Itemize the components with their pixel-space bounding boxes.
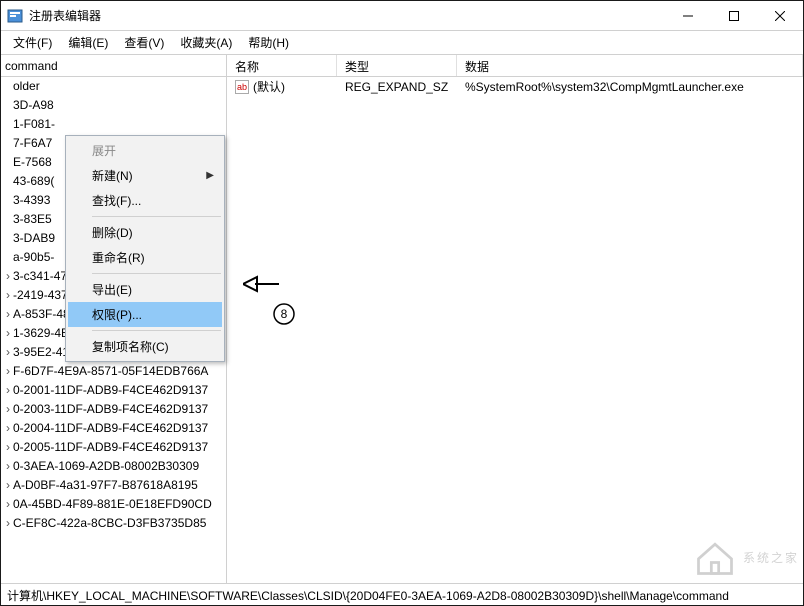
- tree-row-label: 0-2005-11DF-ADB9-F4CE462D9137: [13, 440, 208, 454]
- list-body[interactable]: ab (默认) REG_EXPAND_SZ%SystemRoot%\system32…: [227, 77, 803, 583]
- tree-row[interactable]: 1-F081-: [1, 115, 226, 134]
- tree-row-label: 3-DAB9: [13, 231, 55, 245]
- annotation-step-number: 8: [281, 307, 288, 321]
- menu-edit[interactable]: 编辑(E): [60, 31, 116, 54]
- statusbar: 计算机\HKEY_LOCAL_MACHINE\SOFTWARE\Classes\…: [1, 583, 803, 605]
- chevron-right-icon[interactable]: ›: [3, 495, 13, 514]
- context-menu-item[interactable]: 复制项名称(C): [68, 334, 222, 359]
- tree-row-label: 3-83E5: [13, 212, 52, 226]
- tree-row-label: F-6D7F-4E9A-8571-05F14EDB766A: [13, 364, 208, 378]
- tree-row-label: 0-2003-11DF-ADB9-F4CE462D9137: [13, 402, 208, 416]
- maximize-button[interactable]: [711, 1, 757, 30]
- chevron-right-icon[interactable]: ›: [3, 286, 13, 305]
- tree-row-label: 43-689(: [13, 174, 54, 188]
- tree-row-label: C-EF8C-422a-8CBC-D3FB3735D85: [13, 516, 206, 530]
- value-row[interactable]: ab (默认) REG_EXPAND_SZ%SystemRoot%\system32…: [227, 77, 803, 96]
- menu-help[interactable]: 帮助(H): [240, 31, 297, 54]
- column-data[interactable]: 数据: [457, 55, 803, 76]
- context-menu-separator: [92, 330, 221, 331]
- minimize-button[interactable]: [665, 1, 711, 30]
- context-menu-item-label: 权限(P)...: [92, 306, 142, 323]
- tree-row-label: A-D0BF-4a31-97F7-B87618A8195: [13, 478, 198, 492]
- context-menu-item-label: 查找(F)...: [92, 192, 141, 209]
- list-pane: 名称 类型 数据 ab (默认) REG_EXPAND_SZ%SystemRoot%…: [227, 55, 803, 583]
- context-menu-separator: [92, 273, 221, 274]
- tree-row[interactable]: ›0A-45BD-4F89-881E-0E18EFD90CD: [1, 495, 226, 514]
- context-menu-item-label: 新建(N): [92, 167, 133, 184]
- annotation-arrow-icon: [243, 273, 281, 298]
- context-menu-item[interactable]: 导出(E): [68, 277, 222, 302]
- tree-row-label: a-90b5-: [13, 250, 54, 264]
- tree-row-label: older: [13, 79, 40, 93]
- value-name: (默认): [253, 78, 285, 95]
- tree-row-label: 0A-45BD-4F89-881E-0E18EFD90CD: [13, 497, 212, 511]
- chevron-right-icon[interactable]: ›: [3, 419, 13, 438]
- tree-row[interactable]: ›A-D0BF-4a31-97F7-B87618A8195: [1, 476, 226, 495]
- tree-row[interactable]: ›F-6D7F-4E9A-8571-05F14EDB766A: [1, 362, 226, 381]
- tree-row[interactable]: 3D-A98: [1, 96, 226, 115]
- tree-row[interactable]: ›0-2003-11DF-ADB9-F4CE462D9137: [1, 400, 226, 419]
- statusbar-path: 计算机\HKEY_LOCAL_MACHINE\SOFTWARE\Classes\…: [7, 589, 729, 603]
- chevron-right-icon[interactable]: ›: [3, 476, 13, 495]
- tree-row[interactable]: older: [1, 77, 226, 96]
- tree-row-label: 0-2004-11DF-ADB9-F4CE462D9137: [13, 421, 208, 435]
- annotation-step-circle: 8: [273, 303, 295, 328]
- context-menu-item-label: 导出(E): [92, 281, 132, 298]
- tree-row[interactable]: ›C-EF8C-422a-8CBC-D3FB3735D85: [1, 514, 226, 533]
- value-data: %SystemRoot%\system32\CompMgmtLauncher.e…: [457, 80, 803, 94]
- titlebar: 注册表编辑器: [1, 1, 803, 31]
- chevron-right-icon[interactable]: ›: [3, 438, 13, 457]
- window-buttons: [665, 1, 803, 30]
- tree-row[interactable]: ›0-3AEA-1069-A2DB-08002B30309: [1, 457, 226, 476]
- context-menu-item-label: 重命名(R): [92, 249, 145, 266]
- chevron-right-icon[interactable]: ›: [3, 305, 13, 324]
- tree-row[interactable]: ›0-2001-11DF-ADB9-F4CE462D9137: [1, 381, 226, 400]
- chevron-right-icon[interactable]: ›: [3, 324, 13, 343]
- context-menu-item[interactable]: 重命名(R): [68, 245, 222, 270]
- chevron-right-icon[interactable]: ›: [3, 343, 13, 362]
- context-menu-item[interactable]: 查找(F)...: [68, 188, 222, 213]
- tree-selected-key-label: command: [5, 59, 58, 73]
- submenu-arrow-icon: ▶: [206, 170, 214, 181]
- context-menu-separator: [92, 216, 221, 217]
- chevron-right-icon[interactable]: ›: [3, 362, 13, 381]
- menu-view[interactable]: 查看(V): [116, 31, 172, 54]
- column-type[interactable]: 类型: [337, 55, 457, 76]
- context-menu-item[interactable]: 权限(P)...: [68, 302, 222, 327]
- app-icon: [7, 8, 23, 24]
- tree-row-label: 1-F081-: [13, 117, 55, 131]
- chevron-right-icon[interactable]: ›: [3, 267, 13, 286]
- context-menu-item-label: 复制项名称(C): [92, 338, 169, 355]
- tree-row-label: 3-4393: [13, 193, 50, 207]
- regedit-window: 注册表编辑器 文件(F) 编辑(E) 查看(V) 收藏夹(A) 帮助(H) co…: [0, 0, 804, 606]
- chevron-right-icon[interactable]: ›: [3, 457, 13, 476]
- column-name[interactable]: 名称: [227, 55, 337, 76]
- close-button[interactable]: [757, 1, 803, 30]
- menubar: 文件(F) 编辑(E) 查看(V) 收藏夹(A) 帮助(H): [1, 31, 803, 55]
- tree-row-label: 0-3AEA-1069-A2DB-08002B30309: [13, 459, 199, 473]
- main-area: command older 3D-A98 1-F081- 7-F6A7 E-7568 43…: [1, 55, 803, 583]
- context-menu-item[interactable]: 删除(D): [68, 220, 222, 245]
- chevron-right-icon[interactable]: ›: [3, 381, 13, 400]
- context-menu-item[interactable]: 新建(N) ▶: [68, 163, 222, 188]
- chevron-right-icon[interactable]: ›: [3, 514, 13, 533]
- tree-selected-key[interactable]: command: [1, 55, 226, 77]
- tree-row[interactable]: ›0-2005-11DF-ADB9-F4CE462D9137: [1, 438, 226, 457]
- string-value-icon: ab: [235, 80, 249, 94]
- list-header: 名称 类型 数据: [227, 55, 803, 77]
- context-menu-item-label: 删除(D): [92, 224, 133, 241]
- menu-favorites[interactable]: 收藏夹(A): [172, 31, 240, 54]
- tree-row[interactable]: ›0-2004-11DF-ADB9-F4CE462D9137: [1, 419, 226, 438]
- menu-file[interactable]: 文件(F): [5, 31, 60, 54]
- window-title: 注册表编辑器: [29, 7, 665, 24]
- tree-row-label: 7-F6A7: [13, 136, 52, 150]
- chevron-right-icon[interactable]: ›: [3, 400, 13, 419]
- value-type: REG_EXPAND_SZ: [337, 80, 457, 94]
- context-menu-item: 展开: [68, 138, 222, 163]
- tree-row-label: 0-2001-11DF-ADB9-F4CE462D9137: [13, 383, 208, 397]
- tree-row-label: 3D-A98: [13, 98, 54, 112]
- context-menu: 展开新建(N) ▶ 查找(F)... 删除(D) 重命名(R) 导出(E) 权限(P)...…: [65, 135, 225, 362]
- context-menu-item-label: 展开: [92, 142, 116, 159]
- tree-row-label: E-7568: [13, 155, 52, 169]
